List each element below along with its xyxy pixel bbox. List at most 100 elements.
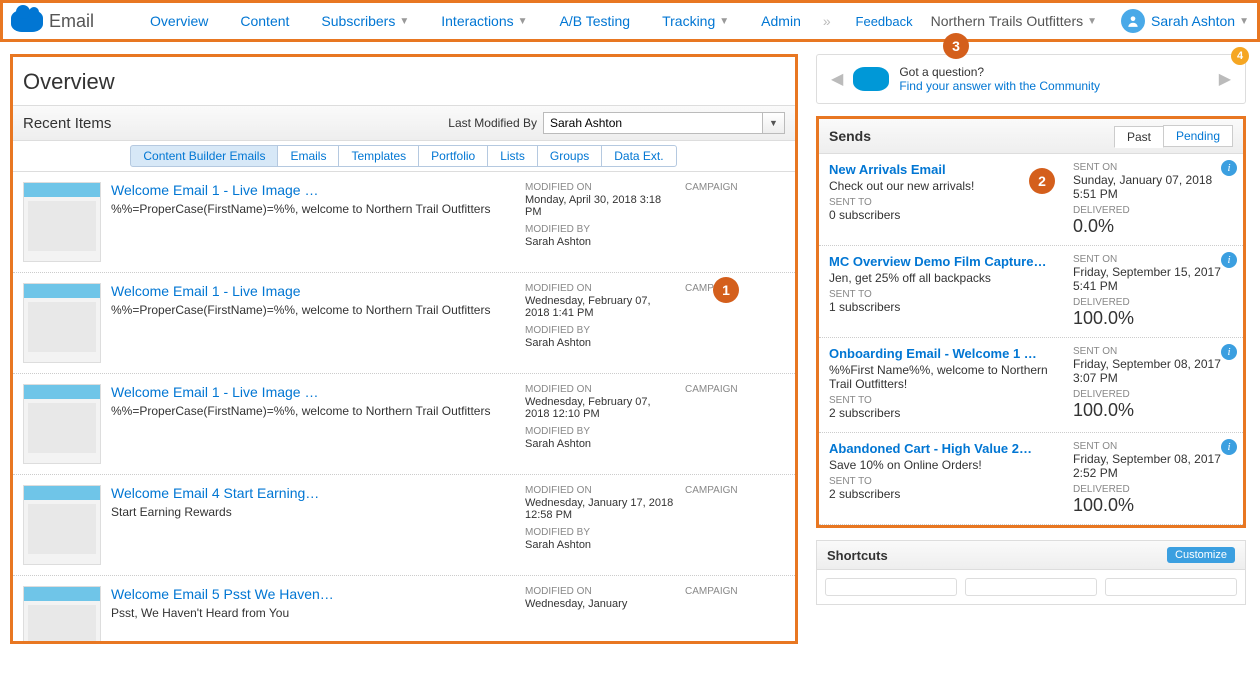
sent-on-value: Friday, September 15, 2017 5:41 PM [1073,265,1233,293]
nav-admin[interactable]: Admin [761,13,801,29]
shortcut-slot[interactable] [825,578,957,596]
sends-label: Sends [829,128,871,144]
last-modified-by-dropdown-button[interactable]: ▼ [763,112,785,134]
sent-to-label: SENT TO [829,395,1063,406]
send-title[interactable]: MC Overview Demo Film Capture… [829,254,1063,269]
recent-item: Welcome Email 1 - Live Image … %%=Proper… [13,172,795,273]
callout-badge-1: 1 [713,277,739,303]
delivered-value: 100.0% [1073,308,1233,329]
modified-on-value: Wednesday, February 07, 2018 1:41 PM [525,295,675,319]
recent-item: Welcome Email 4 Start Earning… Start Ear… [13,475,795,576]
feedback-link[interactable]: Feedback [856,14,913,29]
email-thumbnail [23,586,101,644]
sent-on-value: Sunday, January 07, 2018 5:51 PM [1073,173,1233,201]
recent-item-desc: %%=ProperCase(FirstName)=%%, welcome to … [111,403,515,420]
top-nav-bar: Email Overview Content Subscribers▼ Inte… [0,0,1260,42]
nav-content[interactable]: Content [240,13,289,29]
delivered-label: DELIVERED [1073,484,1233,495]
delivered-value: 100.0% [1073,495,1233,516]
sent-to-value: 0 subscribers [829,208,1063,222]
tab-emails[interactable]: Emails [277,145,339,167]
sends-panel: Sends Past Pending 2 New Arrivals Email … [816,116,1246,528]
community-question-card: ◀ Got a question? Find your answer with … [816,54,1246,104]
shortcuts-panel: Shortcuts Customize [816,540,1246,605]
sent-on-label: SENT ON [1073,441,1233,452]
send-title[interactable]: New Arrivals Email [829,162,1063,177]
caret-down-icon: ▼ [719,16,729,27]
overview-panel: Overview Recent Items Last Modified By ▼… [10,54,798,644]
question-link[interactable]: Find your answer with the Community [899,79,1208,93]
modified-by-value: Sarah Ashton [525,236,675,248]
nav-overflow-icon[interactable]: » [823,13,831,29]
shortcut-slot[interactable] [1105,578,1237,596]
sent-on-label: SENT ON [1073,254,1233,265]
tab-content-builder-emails[interactable]: Content Builder Emails [130,145,278,167]
modified-on-value: Monday, April 30, 2018 3:18 PM [525,194,675,218]
recent-item-desc: Psst, We Haven't Heard from You [111,605,515,622]
modified-on-label: MODIFIED ON [525,182,675,193]
caret-down-icon: ▼ [1087,16,1097,27]
last-modified-by-input[interactable] [543,112,763,134]
carousel-next-icon[interactable]: ▶ [1219,69,1231,89]
recent-item-title[interactable]: Welcome Email 4 Start Earning… [111,485,515,501]
page-title: Overview [13,57,795,105]
recent-item-title[interactable]: Welcome Email 5 Psst We Haven… [111,586,515,602]
tab-groups[interactable]: Groups [537,145,602,167]
email-thumbnail [23,182,101,262]
send-desc: Check out our new arrivals! [829,179,1063,193]
modified-by-label: MODIFIED BY [525,325,675,336]
send-desc: Save 10% on Online Orders! [829,458,1063,472]
email-thumbnail [23,485,101,565]
campaign-label: CAMPAIGN [685,384,785,464]
info-icon[interactable]: i [1221,439,1237,455]
tab-portfolio[interactable]: Portfolio [418,145,488,167]
recent-item-title[interactable]: Welcome Email 1 - Live Image [111,283,515,299]
nav-subscribers[interactable]: Subscribers▼ [321,13,409,29]
sends-tab-past[interactable]: Past [1114,126,1164,148]
nav-interactions[interactable]: Interactions▼ [441,13,527,29]
recent-item-desc: Start Earning Rewards [111,504,515,521]
modified-by-label: MODIFIED BY [525,224,675,235]
user-avatar-icon [1121,9,1145,33]
sent-to-label: SENT TO [829,197,1063,208]
sent-to-label: SENT TO [829,289,1063,300]
modified-by-label: MODIFIED BY [525,527,675,538]
info-icon[interactable]: i [1221,252,1237,268]
sent-to-value: 2 subscribers [829,406,1063,420]
nav-ab-testing[interactable]: A/B Testing [560,13,631,29]
user-menu[interactable]: Sarah Ashton▼ [1151,13,1249,29]
business-unit-switcher[interactable]: Northern Trails Outfitters▼ [931,13,1097,29]
info-icon[interactable]: i [1221,344,1237,360]
delivered-label: DELIVERED [1073,389,1233,400]
carousel-prev-icon[interactable]: ◀ [831,69,843,89]
caret-down-icon: ▼ [399,16,409,27]
shortcut-slot[interactable] [965,578,1097,596]
info-icon[interactable]: i [1221,160,1237,176]
sent-on-value: Friday, September 08, 2017 3:07 PM [1073,357,1233,385]
app-name: Email [49,11,94,32]
recent-item-desc: %%=ProperCase(FirstName)=%%, welcome to … [111,302,515,319]
recent-items-tabs: Content Builder Emails Emails Templates … [13,141,795,172]
tab-templates[interactable]: Templates [338,145,419,167]
sent-to-value: 1 subscribers [829,300,1063,314]
campaign-label: CAMPAIGN [685,586,785,644]
customize-button[interactable]: Customize [1167,547,1235,563]
caret-down-icon: ▼ [1239,16,1249,27]
send-desc: %%First Name%%, welcome to Northern Trai… [829,363,1063,391]
tab-data-ext[interactable]: Data Ext. [601,145,676,167]
send-title[interactable]: Onboarding Email - Welcome 1 … [829,346,1063,361]
email-thumbnail [23,384,101,464]
campaign-label: CAMPAIGN [685,182,785,262]
last-modified-by-label: Last Modified By [448,116,537,130]
modified-by-label: MODIFIED BY [525,426,675,437]
sends-tab-pending[interactable]: Pending [1163,125,1233,147]
campaign-label: CAMPAIGN [685,485,785,565]
nav-overview[interactable]: Overview [150,13,208,29]
recent-item-title[interactable]: Welcome Email 1 - Live Image … [111,384,515,400]
question-title: Got a question? [899,65,1208,79]
recent-item-title[interactable]: Welcome Email 1 - Live Image … [111,182,515,198]
nav-tracking[interactable]: Tracking▼ [662,13,729,29]
modified-on-value: Wednesday, February 07, 2018 12:10 PM [525,396,675,420]
tab-lists[interactable]: Lists [487,145,538,167]
send-title[interactable]: Abandoned Cart - High Value 2… [829,441,1063,456]
